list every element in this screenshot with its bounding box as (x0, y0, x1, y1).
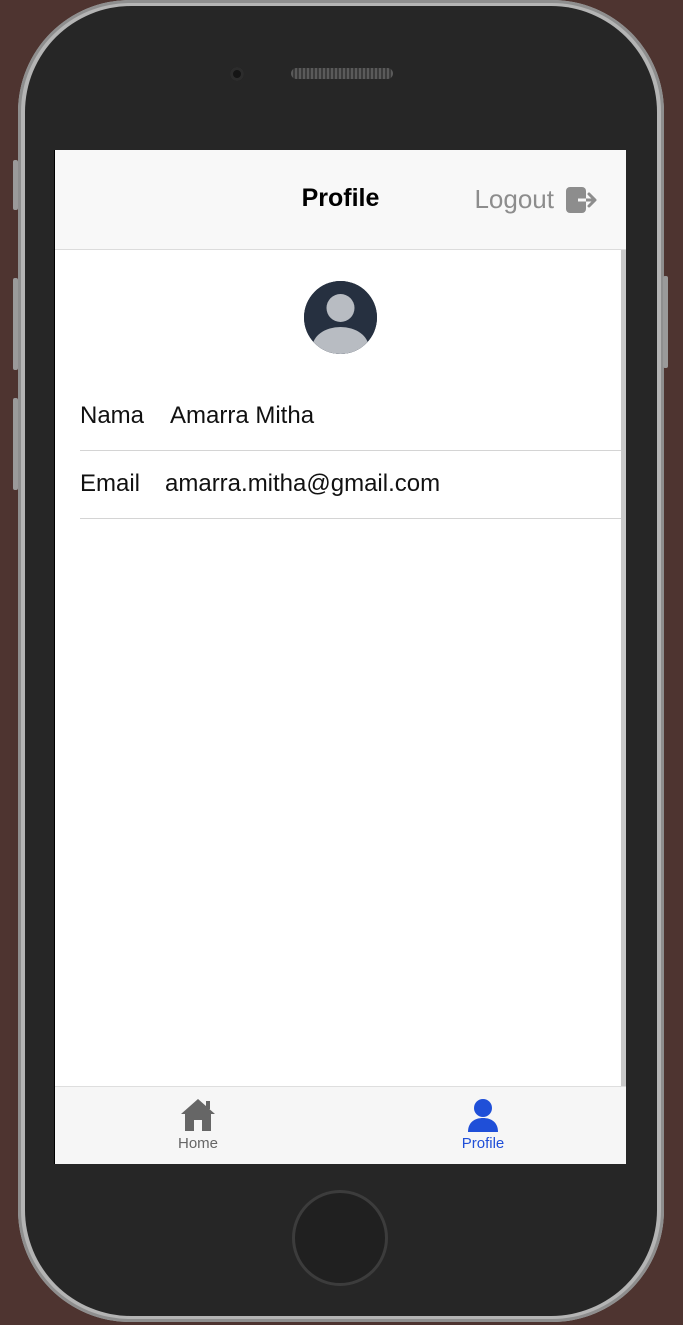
logout-label: Logout (474, 184, 554, 214)
side-button-power (663, 276, 668, 368)
tab-home-label: Home (177, 1135, 218, 1152)
tab-profile-label: Profile (461, 1135, 505, 1152)
bottom-tab-bar: Home Profile (55, 1086, 626, 1164)
field-label: Email (80, 470, 141, 497)
app-screen: Profile Logout Nama Amarra Mitha Email a… (55, 150, 626, 1164)
person-icon (468, 1099, 498, 1132)
logout-button[interactable]: Logout (474, 184, 598, 215)
earpiece-speaker (291, 68, 393, 79)
profile-row-email: Email amarra.mitha@gmail.com (80, 452, 626, 519)
tab-home[interactable]: Home (138, 1087, 258, 1164)
field-label: Nama (80, 402, 145, 429)
field-value: Amarra Mitha (170, 402, 315, 429)
side-button-mute (13, 160, 18, 210)
logout-icon (566, 186, 597, 213)
field-value: amarra.mitha@gmail.com (165, 470, 441, 497)
side-button-volume-up (13, 278, 18, 370)
profile-row-nama: Nama Amarra Mitha (80, 384, 626, 451)
home-icon (181, 1099, 215, 1131)
tab-profile[interactable]: Profile (423, 1087, 543, 1164)
side-button-volume-down (13, 398, 18, 490)
scrollbar[interactable] (621, 250, 626, 1163)
user-avatar-icon (304, 281, 377, 354)
home-hardware-button[interactable] (292, 1190, 388, 1286)
front-camera (230, 67, 244, 81)
app-header: Profile Logout (55, 150, 626, 250)
